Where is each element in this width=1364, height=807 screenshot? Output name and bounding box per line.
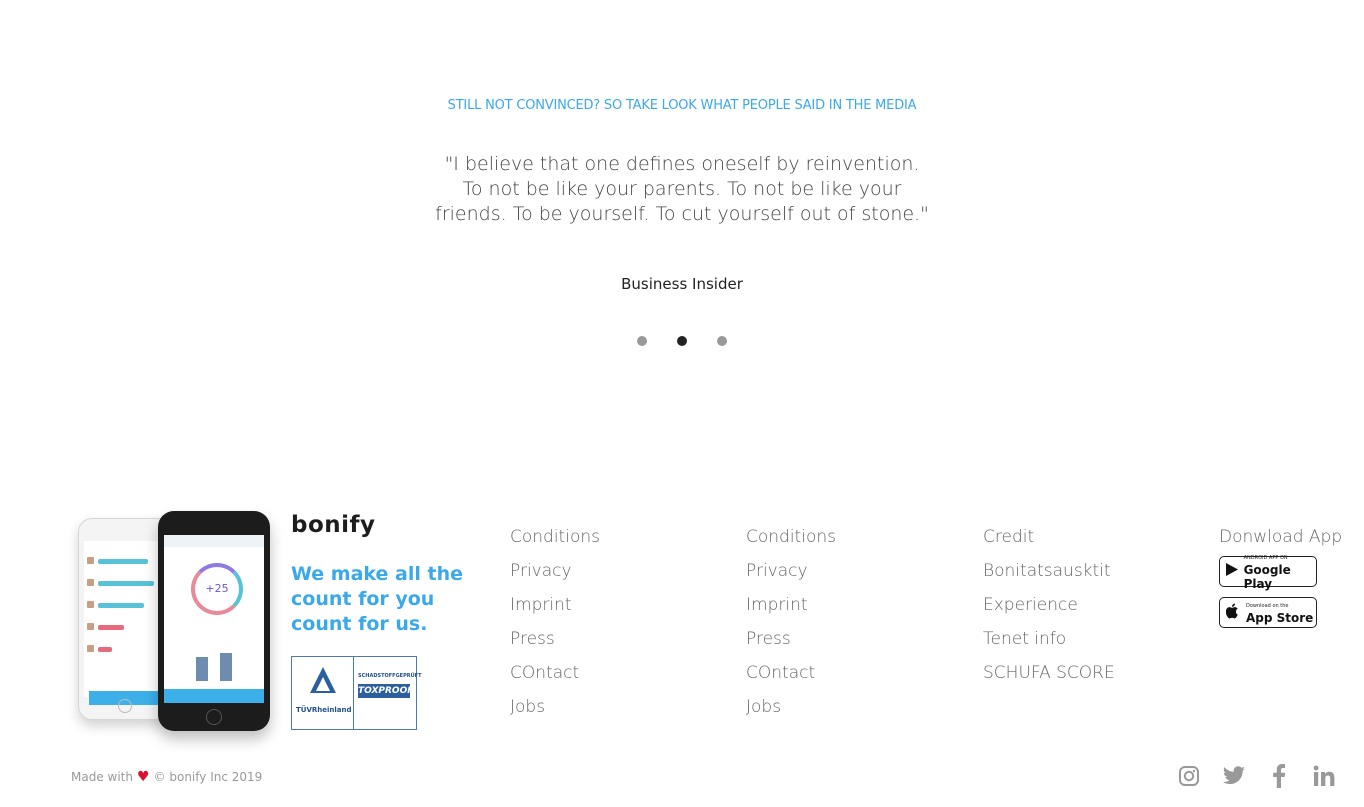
footer-link-imprint[interactable]: Imprint <box>510 594 600 628</box>
brand-tagline: We make all the count for you count for … <box>291 563 463 635</box>
carousel-dot-3[interactable] <box>717 336 727 346</box>
app-store-badge[interactable]: Download on the App Store <box>1219 597 1317 628</box>
download-app-title: Donwload App <box>1219 527 1343 547</box>
footer-link-experience[interactable]: Experience <box>983 594 1115 628</box>
app-store-label: App Store <box>1246 610 1314 625</box>
footer-link-contact[interactable]: COntact <box>746 662 836 696</box>
footer-link-privacy[interactable]: Privacy <box>746 560 836 594</box>
footer-link-conditions[interactable]: Conditions <box>746 526 836 560</box>
footer-link-jobs[interactable]: Jobs <box>746 696 836 730</box>
facebook-icon[interactable] <box>1266 762 1291 790</box>
bonify-logo[interactable]: bonify <box>291 512 376 538</box>
footer-column-2: Conditions Privacy Imprint Press COntact… <box>746 526 836 730</box>
copyright-text: © bonify Inc 2019 <box>153 770 263 784</box>
carousel-dot-1[interactable] <box>637 336 647 346</box>
footer-link-jobs[interactable]: Jobs <box>510 696 600 730</box>
google-play-badge[interactable]: ANDROID APP ON Google Play <box>1219 554 1317 591</box>
apple-icon <box>1220 603 1246 623</box>
instagram-icon[interactable] <box>1176 762 1201 790</box>
carousel-dots <box>637 336 727 346</box>
footer-link-privacy[interactable]: Privacy <box>510 560 600 594</box>
footer-link-tenet-info[interactable]: Tenet info <box>983 628 1115 662</box>
seal-subtitle: SCHADSTOFFGEPRÜFT <box>358 673 422 679</box>
footer-link-imprint[interactable]: Imprint <box>746 594 836 628</box>
certification-seal: TÜVRheinland SCHADSTOFFGEPRÜFT TOXPROOF <box>291 656 422 730</box>
twitter-icon[interactable] <box>1221 762 1246 790</box>
tuv-label: TÜVRheinland <box>296 706 352 714</box>
footer-link-press[interactable]: Press <box>510 628 600 662</box>
google-play-label: Google Play <box>1243 562 1291 591</box>
black-phone: +25 <box>158 511 270 731</box>
footer-link-credit[interactable]: Credit <box>983 526 1115 560</box>
made-with-line: Made with ♥ © bonify Inc 2019 <box>71 769 262 785</box>
footer-column-1: Conditions Privacy Imprint Press COntact… <box>510 526 600 730</box>
made-with-text: Made with <box>71 770 133 784</box>
phone-score: +25 <box>205 582 229 595</box>
footer-link-schufa-score[interactable]: SCHUFA SCORE <box>983 662 1115 696</box>
footer-link-contact[interactable]: COntact <box>510 662 600 696</box>
footer-link-conditions[interactable]: Conditions <box>510 526 600 560</box>
heart-icon: ♥ <box>136 769 150 785</box>
media-eyebrow: STILL NOT CONVINCED? SO TAKE LOOK WHAT P… <box>447 98 917 113</box>
toxproof-badge: TOXPROOF <box>358 684 414 698</box>
play-store-icon <box>1220 562 1244 581</box>
footer-column-3: Credit Bonitatsausktit Experience Tenet … <box>983 526 1115 696</box>
footer-link-press[interactable]: Press <box>746 628 836 662</box>
footer-link-bonitatsausktit[interactable]: Bonitatsausktit <box>983 560 1115 594</box>
download-app-column: Donwload App ANDROID APP ON Google Play … <box>1219 526 1342 638</box>
carousel-dot-2[interactable] <box>677 336 687 346</box>
quote-source: Business Insider <box>621 275 743 293</box>
social-links <box>1176 762 1336 790</box>
google-play-small-text: ANDROID APP ON <box>1243 554 1288 561</box>
media-quote: "I believe that one defines oneself by r… <box>435 153 929 225</box>
app-store-small-text: Download on the <box>1246 602 1289 609</box>
app-phones-image: +25 <box>72 508 284 733</box>
linkedin-icon[interactable] <box>1311 762 1336 790</box>
